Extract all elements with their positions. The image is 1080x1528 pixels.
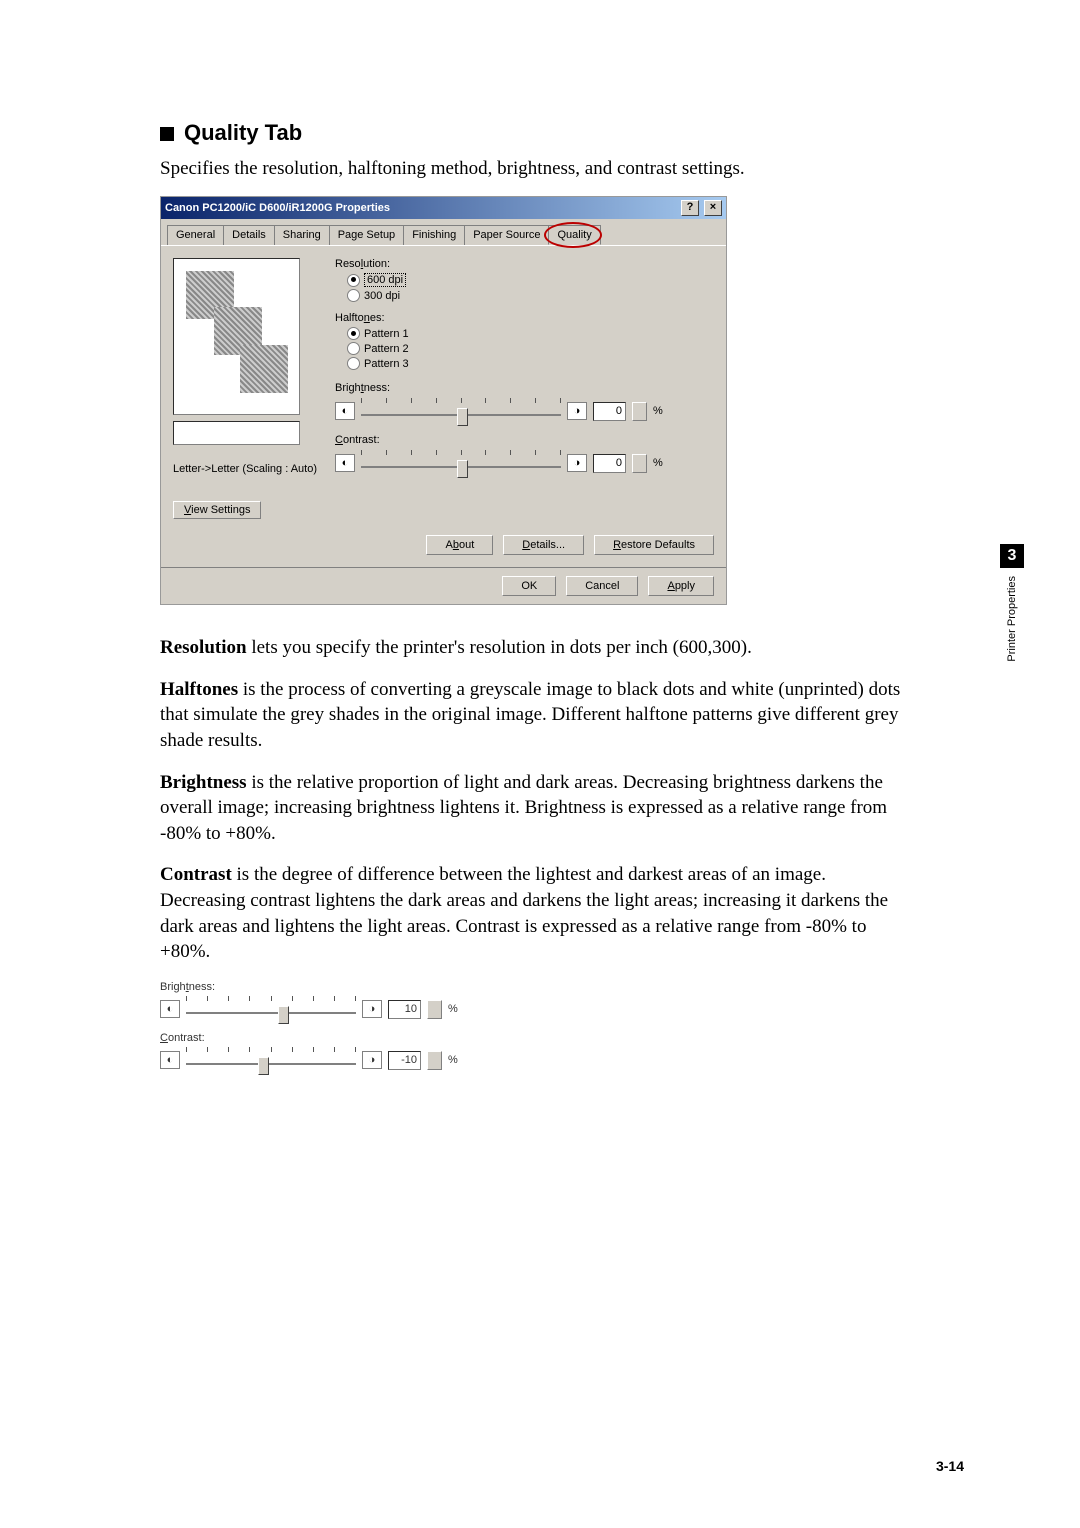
spin-buttons-icon[interactable] (427, 1051, 442, 1070)
preview-box (173, 258, 300, 415)
pct-label: % (653, 405, 663, 417)
apply-button[interactable]: Apply (648, 576, 714, 596)
scaling-info: Letter->Letter (Scaling : Auto) (173, 463, 317, 475)
square-bullet-icon (160, 127, 174, 141)
pct-label: % (448, 1003, 458, 1015)
para-halftones: Halftones is the process of converting a… (160, 677, 910, 754)
side-tab: 3 Printer Properties (1000, 544, 1024, 662)
restore-defaults-button[interactable]: Restore Defaults (594, 535, 714, 555)
brightness-label: Brightness: (335, 382, 663, 394)
halftones-label: Halftones: (335, 312, 663, 324)
radio-600dpi[interactable]: 600 dpi (347, 273, 663, 287)
spin-buttons-icon[interactable] (427, 1000, 442, 1019)
page-number: 3-14 (936, 1458, 964, 1474)
contrast-high-icon: ◑ (567, 454, 587, 472)
brightness-light-icon: ◑ (567, 402, 587, 420)
pct-label: % (653, 457, 663, 469)
spin-buttons-icon[interactable] (632, 454, 647, 473)
chapter-number: 3 (1000, 544, 1024, 568)
highlight-oval-icon (544, 222, 602, 248)
section-heading: Quality Tab (160, 120, 910, 146)
mini-sliders: Brightness: ◐ ◑ 10 % Contrast: ◐ ◑ -10 % (160, 981, 480, 1073)
brightness-dark-icon: ◐ (335, 402, 355, 420)
tab-page-setup[interactable]: Page Setup (329, 225, 405, 245)
tab-general[interactable]: General (167, 225, 224, 245)
mini-contrast-value[interactable]: -10 (388, 1051, 421, 1070)
window-buttons: ? × (679, 200, 722, 216)
resolution-label: Resolution: (335, 258, 663, 270)
radio-pattern1[interactable]: Pattern 1 (347, 327, 663, 340)
tab-sharing[interactable]: Sharing (274, 225, 330, 245)
tab-details[interactable]: Details (223, 225, 275, 245)
properties-dialog: Canon PC1200/iC D600/iR1200G Properties … (160, 196, 727, 605)
contrast-high-icon: ◑ (362, 1051, 382, 1069)
preview-caption-box (173, 421, 300, 445)
section-subtitle: Specifies the resolution, halftoning met… (160, 158, 910, 180)
chapter-label: Printer Properties (1006, 576, 1018, 662)
tab-quality[interactable]: Quality (548, 225, 600, 245)
radio-pattern2[interactable]: Pattern 2 (347, 342, 663, 355)
brightness-light-icon: ◑ (362, 1000, 382, 1018)
contrast-slider[interactable] (361, 450, 561, 476)
radio-icon (347, 357, 360, 370)
pct-label: % (448, 1054, 458, 1066)
radio-icon (347, 327, 360, 340)
radio-icon (347, 274, 360, 287)
contrast-low-icon: ◐ (335, 454, 355, 472)
brightness-dark-icon: ◐ (160, 1000, 180, 1018)
contrast-low-icon: ◐ (160, 1051, 180, 1069)
ok-button[interactable]: OK (502, 576, 556, 596)
para-brightness: Brightness is the relative proportion of… (160, 770, 910, 847)
mini-brightness-slider[interactable] (186, 996, 356, 1022)
para-resolution: Resolution lets you specify the printer'… (160, 635, 910, 661)
radio-icon (347, 289, 360, 302)
tab-paper-source[interactable]: Paper Source (464, 225, 549, 245)
dialog-title: Canon PC1200/iC D600/iR1200G Properties (165, 202, 390, 214)
mini-brightness-value[interactable]: 10 (388, 1000, 421, 1019)
titlebar: Canon PC1200/iC D600/iR1200G Properties … (161, 197, 726, 219)
cancel-button[interactable]: Cancel (566, 576, 638, 596)
brightness-slider[interactable] (361, 398, 561, 424)
contrast-value[interactable]: 0 (593, 454, 626, 473)
radio-300dpi[interactable]: 300 dpi (347, 289, 663, 302)
spin-buttons-icon[interactable] (632, 402, 647, 421)
about-button[interactable]: About (426, 535, 493, 555)
view-settings-button[interactable]: View Settings (173, 501, 261, 519)
details-button[interactable]: Details... (503, 535, 584, 555)
mini-contrast-label: Contrast: (160, 1032, 480, 1044)
tab-bar: General Details Sharing Page Setup Finis… (161, 219, 726, 245)
mini-contrast-slider[interactable] (186, 1047, 356, 1073)
close-icon[interactable]: × (704, 200, 722, 216)
tab-finishing[interactable]: Finishing (403, 225, 465, 245)
mini-brightness-label: Brightness: (160, 981, 480, 993)
contrast-label: Contrast: (335, 434, 663, 446)
radio-pattern3[interactable]: Pattern 3 (347, 357, 663, 370)
help-icon[interactable]: ? (681, 200, 699, 216)
para-contrast: Contrast is the degree of difference bet… (160, 862, 910, 965)
radio-icon (347, 342, 360, 355)
brightness-value[interactable]: 0 (593, 402, 626, 421)
